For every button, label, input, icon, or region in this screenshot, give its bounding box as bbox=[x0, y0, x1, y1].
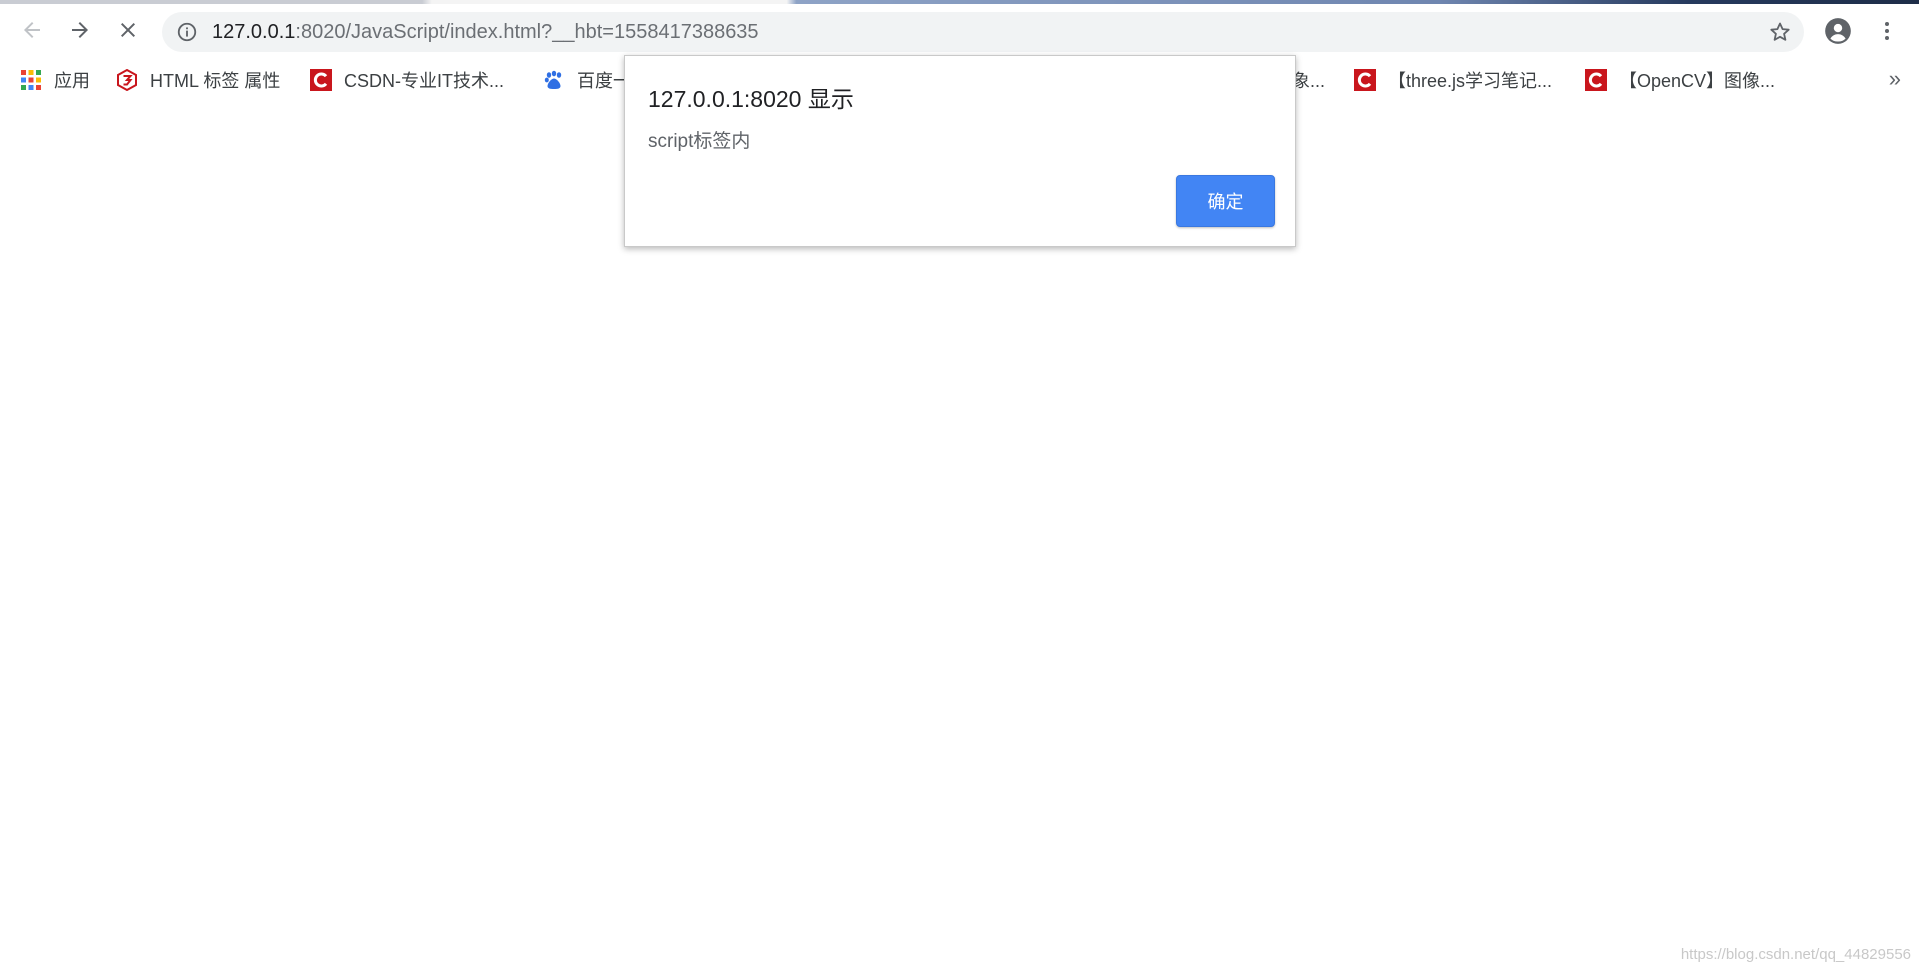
csdn-logo-icon bbox=[310, 69, 332, 91]
account-icon bbox=[1825, 18, 1851, 44]
back-button[interactable] bbox=[14, 12, 50, 48]
stop-button[interactable] bbox=[110, 12, 146, 48]
more-vert-icon bbox=[1885, 22, 1889, 40]
url-text[interactable]: 127.0.0.1:8020/JavaScript/index.html?__h… bbox=[212, 12, 759, 52]
apps-grid-icon bbox=[21, 70, 41, 90]
menu-button[interactable] bbox=[1872, 16, 1902, 46]
arrow-left-icon bbox=[24, 22, 40, 38]
arrow-right-icon bbox=[72, 22, 88, 38]
alert-dialog: 127.0.0.1:8020 显示 script标签内 确定 bbox=[624, 55, 1296, 247]
dialog-message: script标签内 bbox=[648, 131, 751, 152]
ok-button[interactable]: 确定 bbox=[1176, 175, 1275, 227]
browser-toolbar: 127.0.0.1:8020/JavaScript/index.html?__h… bbox=[0, 4, 1919, 58]
close-icon bbox=[121, 23, 135, 37]
baidu-paw-icon bbox=[544, 70, 562, 89]
bookmark-label: 应用 bbox=[54, 71, 90, 91]
bookmark-threejs[interactable]: 【three.js学习笔记... bbox=[1354, 66, 1552, 94]
bookmark-csdn[interactable]: CSDN-专业IT技术... bbox=[310, 66, 504, 94]
csdn-logo-icon bbox=[1585, 69, 1607, 91]
forward-button[interactable] bbox=[62, 12, 98, 48]
bookmark-label: 【OpenCV】图像... bbox=[1619, 71, 1776, 91]
bookmark-apps[interactable]: 应用 bbox=[20, 66, 90, 94]
w3-logo-icon bbox=[117, 69, 137, 91]
watermark: https://blog.csdn.net/qq_44829556 bbox=[1680, 946, 1911, 963]
bookmarks-overflow-button[interactable]: » bbox=[1889, 66, 1901, 92]
dialog-title: 127.0.0.1:8020 显示 bbox=[648, 86, 854, 112]
url-host: 127.0.0.1 bbox=[212, 21, 296, 43]
bookmark-baidu[interactable]: 百度一 bbox=[543, 66, 631, 94]
profile-button[interactable] bbox=[1823, 16, 1853, 46]
csdn-logo-icon bbox=[1354, 69, 1376, 91]
bookmark-label: 【three.js学习笔记... bbox=[1388, 71, 1553, 91]
address-bar[interactable]: 127.0.0.1:8020/JavaScript/index.html?__h… bbox=[162, 12, 1804, 52]
url-path: :8020/JavaScript/index.html?__hbt=155841… bbox=[295, 21, 759, 43]
bookmark-label: CSDN-专业IT技术... bbox=[344, 71, 504, 91]
bookmark-label: 百度一 bbox=[577, 71, 631, 91]
bookmark-opencv[interactable]: 【OpenCV】图像... bbox=[1585, 66, 1775, 94]
bookmark-label: 象... bbox=[1292, 71, 1326, 91]
info-icon[interactable] bbox=[176, 21, 198, 43]
bookmark-html-attributes[interactable]: HTML 标签 属性 bbox=[116, 66, 280, 94]
star-icon[interactable] bbox=[1768, 20, 1792, 44]
bookmark-label: HTML 标签 属性 bbox=[150, 71, 281, 91]
bookmark-hidden[interactable]: 象... bbox=[1292, 66, 1325, 94]
